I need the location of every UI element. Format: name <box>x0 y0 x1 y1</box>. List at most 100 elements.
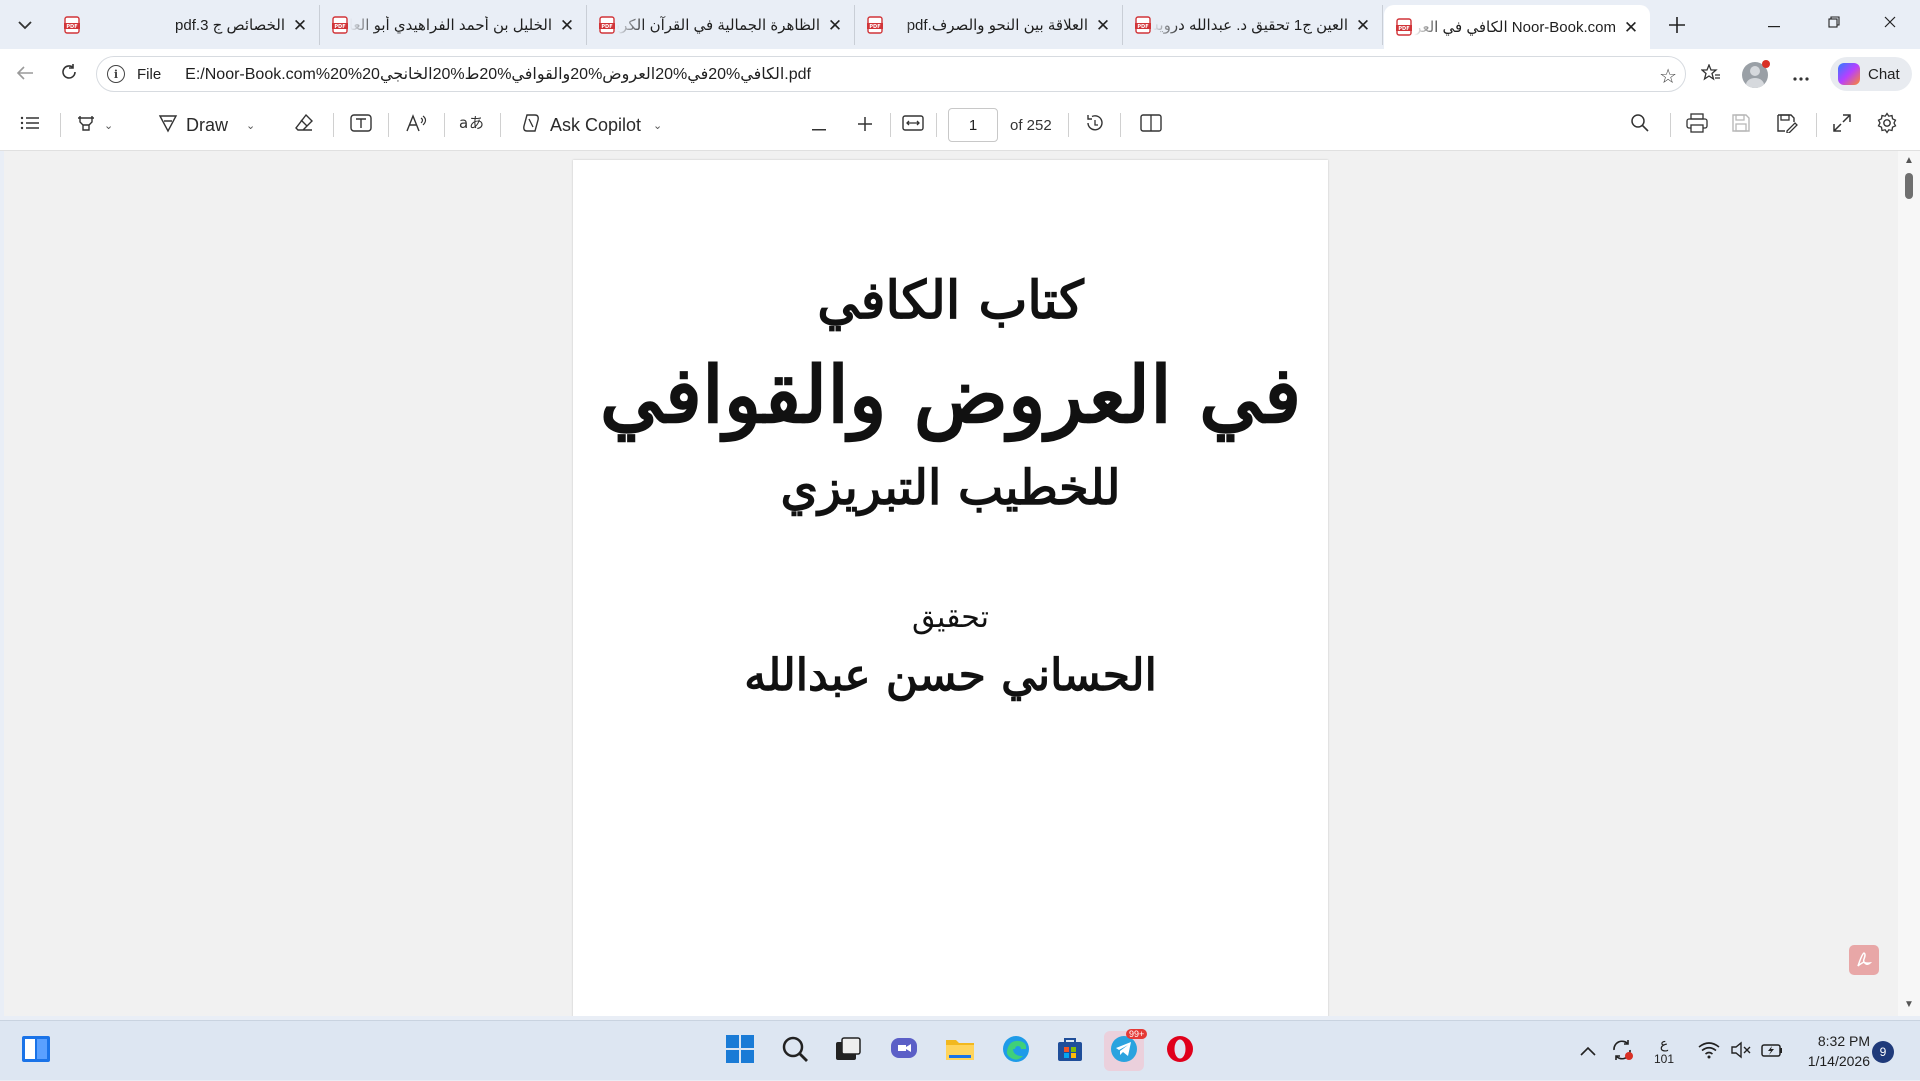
rotate-button[interactable] <box>1084 109 1106 141</box>
translate-button[interactable]: aあ <box>459 109 485 141</box>
minimize-button[interactable] <box>1746 0 1802 48</box>
file-explorer-button[interactable] <box>940 1031 980 1071</box>
copilot-outline-icon <box>520 113 542 138</box>
back-button[interactable] <box>8 58 42 92</box>
close-icon[interactable]: ✕ <box>1094 16 1112 34</box>
copilot-icon <box>1838 63 1860 85</box>
chevron-down-icon[interactable]: ⌄ <box>246 119 255 132</box>
divider <box>890 113 891 137</box>
favorite-star-icon[interactable]: ☆ <box>1659 64 1677 89</box>
rotate-icon <box>1084 112 1106 139</box>
start-button[interactable] <box>720 1031 760 1071</box>
svg-text:あ: あ <box>469 114 484 132</box>
info-icon[interactable]: i <box>107 65 125 83</box>
teams-meet-button[interactable] <box>884 1031 924 1071</box>
save-as-button[interactable] <box>1776 109 1798 141</box>
chevron-down-icon[interactable]: ⌄ <box>653 119 662 132</box>
battery-charging-icon <box>1760 1041 1784 1062</box>
video-chat-icon <box>889 1035 919 1068</box>
keyboard-language: ع <box>1659 1035 1669 1051</box>
draw-button[interactable]: Draw ⌄ <box>158 109 255 141</box>
more-menu-button[interactable] <box>1784 58 1818 92</box>
ask-copilot-button[interactable]: Ask Copilot ⌄ <box>520 109 662 141</box>
close-window-button[interactable] <box>1862 0 1918 48</box>
highlight-button[interactable]: ⌄ <box>76 109 113 141</box>
adobe-acrobat-icon[interactable] <box>1849 945 1879 975</box>
search-icon <box>1630 113 1650 138</box>
plus-icon <box>858 115 872 136</box>
telegram-button[interactable]: 99+ <box>1104 1029 1148 1071</box>
close-icon[interactable]: ✕ <box>1622 18 1640 36</box>
zoom-out-button[interactable] <box>812 109 826 141</box>
task-view-button[interactable] <box>828 1031 868 1071</box>
chevron-down-icon[interactable]: ⌄ <box>104 119 113 132</box>
tab-3[interactable]: PDF الظاهرة الجمالية في القرآن الكريم ✕ <box>587 5 855 45</box>
store-icon <box>1056 1035 1084 1068</box>
url-text[interactable]: E:/Noor-Book.com%20%20الكافي%20في%20العر… <box>185 64 811 84</box>
search-button[interactable] <box>775 1031 815 1071</box>
battery-button[interactable] <box>1760 1021 1784 1081</box>
microsoft-store-button[interactable] <box>1050 1031 1090 1071</box>
refresh-icon <box>60 63 78 87</box>
page-view-button[interactable] <box>1140 109 1162 141</box>
divider <box>333 113 334 137</box>
tab-4[interactable]: PDF العلاقة بين النحو والصرف.pdf ✕ <box>855 5 1123 45</box>
close-icon[interactable]: ✕ <box>558 16 576 34</box>
tab-2[interactable]: PDF الخليل بن أحمد الفراهيدي أبو العلاء … <box>320 5 587 45</box>
scroll-up-arrow-icon[interactable]: ▲ <box>1904 155 1914 166</box>
chevron-up-icon <box>1580 1043 1596 1059</box>
tab-1[interactable]: PDF الخصائص ج 3.pdf ✕ <box>52 5 320 45</box>
scroll-down-arrow-icon[interactable]: ▼ <box>1904 999 1914 1010</box>
fullscreen-button[interactable] <box>1832 109 1852 141</box>
tab-5[interactable]: PDF العين ج1 تحقيق د. عبدالله درويش ✕ <box>1123 5 1383 45</box>
address-bar-row: i File E:/Noor-Book.com%20%20الكافي%20في… <box>0 49 1920 99</box>
volume-muted-icon <box>1730 1041 1752 1062</box>
plus-icon <box>1668 10 1686 41</box>
divider <box>444 113 445 137</box>
fit-to-width-button[interactable] <box>902 109 924 141</box>
widgets-button[interactable] <box>16 1031 56 1071</box>
scrollbar-thumb[interactable] <box>1905 173 1913 199</box>
eraser-icon <box>294 113 314 138</box>
page-number-input[interactable]: 1 <box>948 108 998 142</box>
sync-status-button[interactable] <box>1610 1021 1634 1081</box>
erase-button[interactable] <box>294 109 314 141</box>
close-icon[interactable]: ✕ <box>1354 16 1372 34</box>
tab-active[interactable]: PDF Noor-Book.com الكافي في العروض ط الخ… <box>1384 5 1650 49</box>
edge-button[interactable] <box>996 1031 1036 1071</box>
draw-label: Draw <box>186 114 229 135</box>
clock-time: 8:32 PM <box>1817 1033 1870 1049</box>
volume-button[interactable] <box>1730 1021 1752 1081</box>
show-hidden-icons-button[interactable] <box>1580 1021 1596 1081</box>
editor-name: الحساني حسن عبدالله <box>744 650 1157 701</box>
svg-text:PDF: PDF <box>1398 26 1409 32</box>
close-icon[interactable]: ✕ <box>291 16 309 34</box>
favorites-button[interactable] <box>1694 58 1728 92</box>
restore-button[interactable] <box>1806 0 1862 48</box>
refresh-button[interactable] <box>52 58 86 92</box>
notification-count-badge[interactable]: 9 <box>1872 1041 1894 1063</box>
pdf-viewer[interactable]: كتاب الكافي في العروض والقوافي للخطيب ال… <box>4 151 1898 1016</box>
close-icon[interactable]: ✕ <box>826 16 844 34</box>
settings-button[interactable] <box>1876 109 1898 141</box>
clock[interactable]: 8:32 PM 1/14/2026 <box>1792 1031 1870 1071</box>
save-button[interactable] <box>1731 109 1751 141</box>
profile-alert-dot <box>1762 60 1770 68</box>
input-language-button[interactable]: ع 101 <box>1652 1021 1676 1081</box>
new-tab-button[interactable] <box>1661 9 1693 41</box>
copilot-chat-button[interactable]: Chat <box>1830 57 1912 91</box>
list-icon <box>20 115 40 136</box>
read-aloud-button[interactable] <box>405 109 429 141</box>
pdf-icon: PDF <box>865 15 885 35</box>
opera-button[interactable] <box>1160 1031 1200 1071</box>
vertical-scrollbar[interactable]: ▲ ▼ <box>1898 151 1920 1016</box>
print-button[interactable] <box>1686 109 1708 141</box>
network-button[interactable] <box>1698 1021 1720 1081</box>
find-button[interactable] <box>1630 109 1650 141</box>
zoom-in-button[interactable] <box>858 109 872 141</box>
add-text-button[interactable] <box>350 109 372 141</box>
contents-button[interactable] <box>20 109 40 141</box>
search-icon <box>781 1035 809 1068</box>
address-input[interactable]: i File E:/Noor-Book.com%20%20الكافي%20في… <box>96 56 1686 92</box>
tab-actions-menu-button[interactable] <box>8 8 42 42</box>
